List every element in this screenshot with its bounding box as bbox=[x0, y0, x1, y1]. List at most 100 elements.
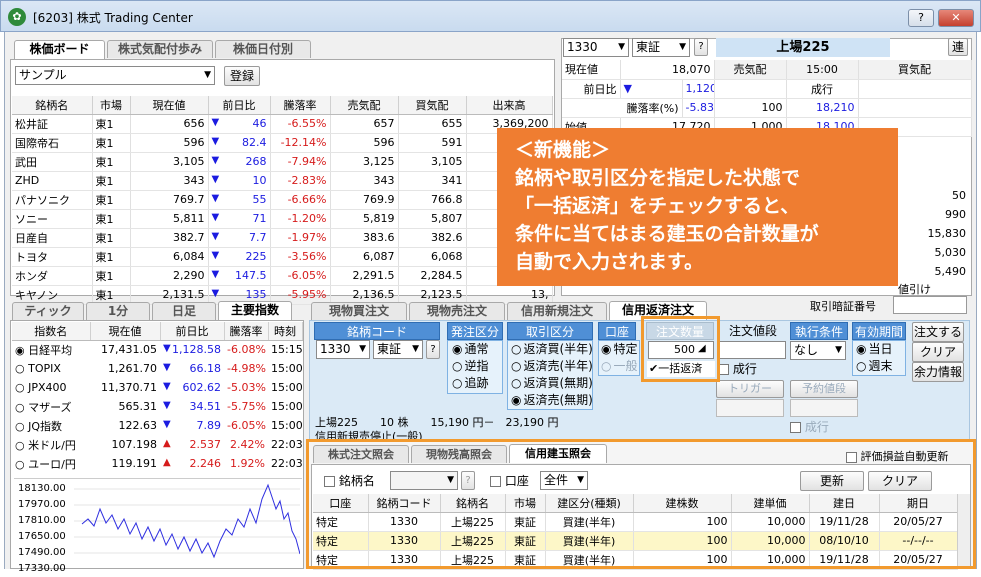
table-row[interactable]: 国際帝石東1596▼82.4-12.14%59659128, bbox=[12, 133, 553, 153]
tab-daily[interactable]: 日足 bbox=[152, 302, 216, 320]
yoyaku-input[interactable] bbox=[790, 399, 858, 417]
radio-henzai-buy-half[interactable]: 返済買(半年) bbox=[511, 341, 592, 358]
col-header[interactable]: 出来高 bbox=[466, 96, 553, 115]
nariyuki-checkbox[interactable]: 成行 bbox=[718, 361, 786, 378]
radio-today[interactable]: 当日 bbox=[856, 341, 905, 358]
index-row[interactable]: ○ TOPIX 1,261.70 ▼ 66.18 -4.98% 15:00 bbox=[12, 359, 302, 378]
radio-icon[interactable]: ○ bbox=[15, 439, 28, 452]
callout-line: 自動で入力されます。 bbox=[515, 251, 704, 273]
order-market-select[interactable]: 東証 bbox=[373, 340, 423, 359]
sell-quote: 3,125 bbox=[330, 152, 399, 172]
register-button[interactable]: 登録 bbox=[224, 66, 260, 86]
tab-kabuka-board[interactable]: 株価ボード bbox=[14, 40, 105, 59]
change-rate: -3.56% bbox=[270, 247, 331, 267]
radio-icon[interactable]: ○ bbox=[15, 401, 28, 414]
current-price: 769.7 bbox=[130, 190, 209, 210]
up-arrow-icon: ▲ bbox=[163, 457, 171, 468]
order-submit-button[interactable]: 注文する bbox=[912, 322, 964, 342]
order-search-button[interactable]: ? bbox=[426, 340, 440, 359]
change-value: 71 bbox=[252, 212, 267, 225]
col-header[interactable]: 買気配 bbox=[398, 96, 467, 115]
radio-gyakusashi[interactable]: 逆指 bbox=[452, 358, 502, 375]
table-row[interactable]: ホンダ東12,290▼147.5-6.05%2,291.52,284.514, bbox=[12, 266, 553, 286]
radio-icon[interactable]: ○ bbox=[15, 458, 28, 471]
table-row[interactable]: パナソニク東1769.7▼55-6.66%769.9766.820, bbox=[12, 190, 553, 210]
tab-genbutsu-sell[interactable]: 現物売注文 bbox=[409, 302, 505, 320]
table-row[interactable]: 松井証 東1 656 ▼ 46 -6.55% 657 655 3,369,200 bbox=[12, 114, 553, 134]
tab-major-index[interactable]: 主要指数 bbox=[218, 301, 292, 320]
yoyaku-button[interactable]: 予約値段 bbox=[790, 380, 858, 398]
radio-henzai-buy-unlim[interactable]: 返済買(無期) bbox=[511, 375, 592, 392]
radio-icon[interactable]: ◉ bbox=[15, 344, 28, 357]
index-time: 15:15 bbox=[271, 343, 302, 357]
table-row[interactable]: 日産自東1382.7▼7.7-1.97%383.6382.650, bbox=[12, 228, 553, 248]
change-cell: ▼ 268 bbox=[208, 152, 271, 172]
radio-icon[interactable]: ○ bbox=[15, 420, 28, 433]
radio-henzai-sell-unlim[interactable]: 返済売(無期) bbox=[511, 392, 592, 409]
help-button[interactable]: ? bbox=[908, 9, 934, 27]
hikinuke-label: 値引け bbox=[898, 283, 931, 296]
market: 東1 bbox=[92, 114, 131, 134]
radio-tsuiseki[interactable]: 追跡 bbox=[452, 375, 502, 392]
radio-icon[interactable]: ○ bbox=[15, 362, 28, 375]
trigger-button[interactable]: トリガー bbox=[716, 380, 784, 398]
index-row[interactable]: ○ 米ドル/円 107.198 ▲ 2.537 2.42% 22:03 bbox=[12, 435, 302, 454]
tab-shinyou-new[interactable]: 信用新規注文 bbox=[507, 302, 607, 320]
col-header[interactable]: 市場 bbox=[92, 96, 131, 115]
index-row[interactable]: ○ JPX400 11,370.71 ▼ 602.62 -5.03% 15:00 bbox=[12, 378, 302, 397]
meigara-code-header: 銘柄コード bbox=[314, 322, 440, 340]
tab-hidukebetsu[interactable]: 株価日付別 bbox=[215, 40, 311, 58]
axis-tick-label: 17490.00 bbox=[18, 547, 66, 558]
table-row[interactable]: 武田東13,105▼268-7.94%3,1253,10519, bbox=[12, 152, 553, 172]
ren-button[interactable]: 連 bbox=[948, 38, 968, 56]
col-header[interactable]: 銘柄名 bbox=[12, 96, 93, 115]
tab-1min[interactable]: 1分 bbox=[86, 302, 150, 320]
tab-tick[interactable]: ティック bbox=[12, 302, 84, 320]
radio-weekend[interactable]: 週末 bbox=[856, 358, 905, 375]
quote-code-select[interactable]: 1330 bbox=[563, 38, 629, 57]
quote-search-button[interactable]: ? bbox=[694, 38, 708, 56]
index-row[interactable]: ◉ 日経平均 17,431.05 ▼ 1,128.58 -6.08% 15:15 bbox=[12, 340, 302, 359]
price-input[interactable] bbox=[718, 341, 786, 359]
index-change: 1,128.58 bbox=[172, 343, 221, 357]
sell-quote: 769.9 bbox=[330, 190, 399, 210]
col-header[interactable]: 前日比 bbox=[208, 96, 271, 115]
trigger-input[interactable] bbox=[716, 399, 784, 417]
change-value: 225 bbox=[245, 250, 267, 263]
radio-icon[interactable]: ○ bbox=[15, 381, 28, 394]
index-row[interactable]: ○ JQ指数 122.63 ▼ 7.89 -6.05% 15:00 bbox=[12, 416, 302, 435]
quote-market-select[interactable]: 東証 bbox=[632, 38, 690, 57]
radio-henzai-sell-half[interactable]: 返済売(半年) bbox=[511, 358, 592, 375]
index-name: JQ指数 bbox=[28, 419, 63, 433]
table-row[interactable]: ソニー東15,811▼71-1.20%5,8195,80726, bbox=[12, 209, 553, 229]
tab-kehai[interactable]: 株式気配付歩み bbox=[107, 40, 213, 58]
board-select[interactable]: サンプル bbox=[15, 66, 215, 85]
index-row[interactable]: ○ ユーロ/円 119.191 ▲ 2.246 1.92% 22:03 bbox=[12, 454, 302, 473]
order-code-select[interactable]: 1330 bbox=[316, 340, 370, 359]
tab-genbutsu-buy[interactable]: 現物買注文 bbox=[311, 302, 407, 320]
market: 東1 bbox=[92, 152, 131, 172]
col-header[interactable]: 現在値 bbox=[130, 96, 209, 115]
index-value: 1,261.70 bbox=[108, 362, 157, 375]
yoryoku-button[interactable]: 余力情報 bbox=[912, 362, 964, 382]
col-header[interactable]: 騰落率 bbox=[270, 96, 331, 115]
nariyuki2-checkbox[interactable]: 成行 bbox=[790, 419, 858, 436]
table-row[interactable]: トヨタ東16,084▼225-3.56%6,0876,06815, bbox=[12, 247, 553, 267]
index-time: 15:00 bbox=[271, 400, 302, 413]
order-clear-button[interactable]: クリア bbox=[912, 342, 964, 362]
radio-tsujo[interactable]: 通常 bbox=[452, 341, 502, 358]
nariyuki2-label: 成行 bbox=[804, 420, 829, 434]
radio-tokutei[interactable]: 特定 bbox=[601, 341, 639, 358]
down-arrow-icon: ▼ bbox=[211, 193, 220, 204]
col-header[interactable]: 売気配 bbox=[330, 96, 399, 115]
pin-input[interactable] bbox=[893, 296, 967, 314]
index-change-cell: ▲ 2.537 bbox=[160, 435, 224, 454]
stock-name: ソニー bbox=[12, 209, 93, 229]
col-header: 指数名 bbox=[12, 322, 91, 341]
close-button[interactable]: ✕ bbox=[938, 9, 974, 27]
table-row[interactable]: ZHD東1343▼10-2.83%34334137, bbox=[12, 171, 553, 191]
change-rate: -6.66% bbox=[270, 190, 331, 210]
index-row[interactable]: ○ マザーズ 565.31 ▼ 34.51 -5.75% 15:00 bbox=[12, 397, 302, 416]
radio-ippan[interactable]: 一般 bbox=[601, 358, 639, 375]
cond-select[interactable]: なし bbox=[790, 341, 846, 360]
